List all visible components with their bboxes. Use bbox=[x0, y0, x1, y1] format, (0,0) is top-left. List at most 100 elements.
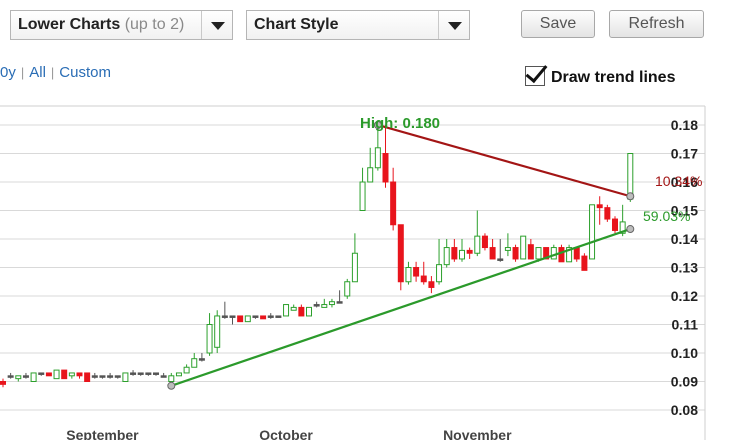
x-axis-labels: September October November bbox=[66, 427, 512, 440]
candle-body bbox=[38, 372, 45, 375]
candle-body bbox=[206, 324, 213, 354]
candle-body bbox=[374, 147, 381, 169]
candle-body bbox=[573, 247, 580, 260]
candle-body bbox=[183, 366, 190, 374]
candle-body bbox=[367, 167, 374, 183]
candle-body bbox=[428, 281, 435, 288]
price-chart: 0.180.170.160.150.140.130.120.110.100.09… bbox=[0, 105, 706, 440]
y-axis-labels: 0.180.170.160.150.140.130.120.110.100.09… bbox=[671, 117, 698, 418]
trend-line-handle bbox=[626, 225, 635, 234]
candle-body bbox=[328, 301, 335, 306]
candle-body bbox=[336, 301, 343, 304]
candle-body bbox=[237, 315, 244, 323]
candle-body bbox=[489, 247, 496, 260]
candle-body bbox=[221, 315, 228, 318]
candle-body bbox=[550, 247, 557, 260]
candle-body bbox=[137, 372, 144, 375]
candle-body bbox=[504, 247, 511, 251]
candle-body bbox=[306, 306, 312, 317]
candle-body bbox=[260, 315, 267, 320]
candle-body bbox=[53, 369, 60, 380]
x-axis-month-label: October bbox=[259, 427, 313, 440]
y-tick-label: 0.14 bbox=[671, 231, 698, 247]
candle-body bbox=[298, 306, 305, 317]
candle-body bbox=[359, 181, 366, 211]
candle-body bbox=[283, 304, 290, 317]
candle-body bbox=[344, 281, 351, 297]
candle-body bbox=[153, 372, 159, 375]
candle-body bbox=[481, 235, 488, 249]
resistance-trend-line bbox=[377, 123, 631, 198]
candle-body bbox=[30, 372, 37, 383]
candle-body bbox=[7, 375, 14, 378]
candle-body bbox=[520, 235, 527, 260]
candle-body bbox=[145, 372, 152, 375]
candle-body bbox=[512, 247, 519, 260]
candle-body bbox=[252, 315, 259, 318]
candle-body bbox=[175, 372, 182, 377]
x-axis-month-label: September bbox=[66, 427, 139, 440]
candle-body bbox=[22, 375, 29, 378]
candle-body bbox=[68, 372, 75, 377]
candle-body bbox=[114, 375, 121, 378]
candle-body bbox=[443, 247, 450, 266]
candle-body bbox=[290, 306, 297, 311]
candle-body bbox=[15, 375, 22, 380]
candle-body bbox=[382, 153, 389, 183]
candle-body bbox=[76, 372, 83, 377]
y-tick-label: 0.18 bbox=[671, 117, 698, 133]
candle-body bbox=[596, 204, 603, 209]
candle-body bbox=[612, 218, 618, 231]
candle-body bbox=[244, 315, 251, 323]
candle-body bbox=[474, 235, 481, 254]
candle-body bbox=[313, 304, 320, 307]
candle-body bbox=[61, 369, 68, 380]
candle-body bbox=[390, 181, 397, 226]
candle-body bbox=[45, 372, 52, 377]
candle-body bbox=[413, 267, 420, 277]
candle-body bbox=[459, 249, 465, 260]
candle-body bbox=[168, 375, 175, 382]
candle-body bbox=[321, 304, 328, 308]
trend-line-handle bbox=[167, 381, 176, 390]
candle-body bbox=[535, 247, 542, 260]
candle-body bbox=[99, 375, 106, 378]
candle-body bbox=[589, 204, 596, 260]
candle-body bbox=[604, 207, 611, 220]
candle-body bbox=[581, 255, 588, 271]
y-tick-label: 0.13 bbox=[671, 260, 698, 276]
x-axis-month-label: November bbox=[443, 427, 512, 440]
candle-body bbox=[198, 358, 205, 361]
candle-body bbox=[436, 264, 443, 283]
candle-body bbox=[451, 247, 458, 260]
candle-body bbox=[84, 372, 91, 383]
candle-body bbox=[160, 375, 167, 378]
candle-body bbox=[107, 375, 114, 378]
candle-body bbox=[130, 372, 137, 375]
y-tick-label: 0.11 bbox=[672, 317, 699, 333]
candle-body bbox=[0, 381, 6, 385]
candle-body bbox=[558, 247, 565, 263]
candle-body bbox=[405, 267, 412, 283]
upper-percent-annotation: 10.34% bbox=[655, 173, 702, 189]
candle-body bbox=[214, 315, 221, 348]
candle-body bbox=[466, 249, 473, 254]
candle-body bbox=[397, 224, 404, 283]
candle-body bbox=[91, 375, 98, 378]
trend-line-handle bbox=[626, 192, 635, 201]
y-tick-label: 0.10 bbox=[671, 345, 698, 361]
candle-body bbox=[351, 252, 358, 283]
candle-body bbox=[122, 372, 129, 383]
candle-body bbox=[527, 244, 534, 260]
y-tick-label: 0.17 bbox=[671, 146, 698, 162]
candle-body bbox=[497, 258, 504, 261]
lower-percent-annotation: 59.03% bbox=[643, 208, 690, 224]
candles bbox=[0, 125, 634, 388]
candle-body bbox=[191, 358, 198, 368]
candle-body bbox=[267, 315, 274, 318]
y-tick-label: 0.08 bbox=[671, 402, 698, 418]
candle-body bbox=[275, 315, 282, 318]
candle-body bbox=[229, 315, 236, 318]
y-tick-label: 0.12 bbox=[671, 288, 698, 304]
candle-body bbox=[420, 275, 427, 283]
